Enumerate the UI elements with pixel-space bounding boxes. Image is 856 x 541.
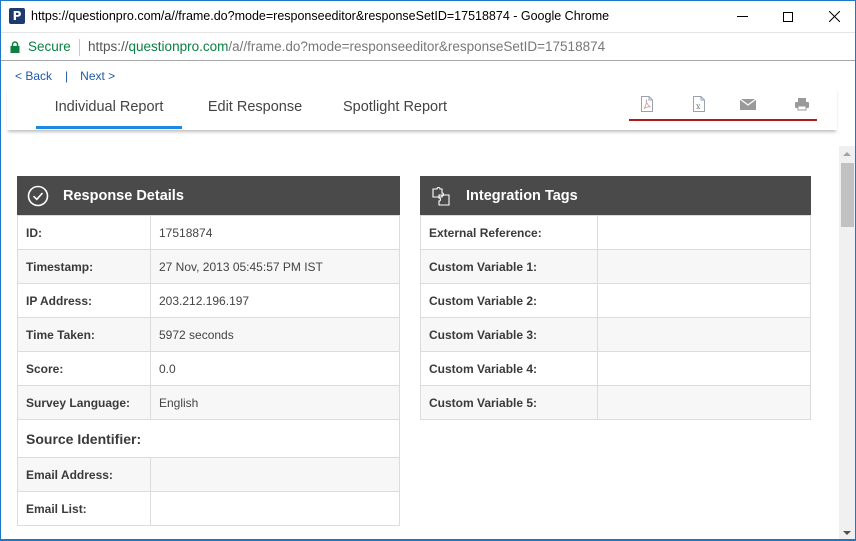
table-row: Timestamp: 27 Nov, 2013 05:45:57 PM IST xyxy=(17,249,400,284)
maximize-icon xyxy=(783,11,793,22)
table-row: ID: 17518874 xyxy=(17,215,400,250)
minimize-button[interactable] xyxy=(719,1,765,32)
url-path: /a//frame.do?mode=responseeditor&respons… xyxy=(228,39,606,54)
lock-icon xyxy=(10,41,20,53)
row-value xyxy=(597,351,811,386)
response-details-panel: Response Details ID: 17518874 Timestamp: 2… xyxy=(17,176,400,526)
response-details-header: Response Details xyxy=(17,176,400,215)
puzzle-icon xyxy=(430,185,452,207)
back-link[interactable]: < Back xyxy=(15,69,52,83)
integration-tags-panel: Integration Tags External Reference: Cus… xyxy=(420,176,811,420)
table-row: IP Address: 203.212.196.197 xyxy=(17,283,400,318)
table-row: Survey Language: English xyxy=(17,385,400,420)
url-text[interactable]: https://questionpro.com/a//frame.do?mode… xyxy=(88,39,605,54)
row-value xyxy=(597,317,811,352)
svg-text:x: x xyxy=(696,102,701,111)
row-label: Time Taken: xyxy=(17,317,151,352)
row-value xyxy=(597,215,811,250)
row-value: 0.0 xyxy=(150,351,400,386)
print-button[interactable] xyxy=(793,95,811,113)
title-bar: P https://questionpro.com/a//frame.do?mo… xyxy=(1,1,855,32)
questionpro-icon: P xyxy=(9,8,25,24)
row-label: Custom Variable 3: xyxy=(420,317,598,352)
scrollbar-thumb[interactable] xyxy=(841,163,854,227)
maximize-button[interactable] xyxy=(765,1,811,32)
table-row: Custom Variable 4: xyxy=(420,351,811,386)
row-value: 27 Nov, 2013 05:45:57 PM IST xyxy=(150,249,400,284)
response-details-title: Response Details xyxy=(63,187,184,204)
row-label: Email Address: xyxy=(17,457,151,492)
url-host: questionpro.com xyxy=(128,39,229,54)
pdf-icon xyxy=(641,96,653,112)
row-label: Timestamp: xyxy=(17,249,151,284)
table-row: External Reference: xyxy=(420,215,811,250)
secure-label: Secure xyxy=(28,39,71,54)
row-label: External Reference: xyxy=(420,215,598,250)
row-value xyxy=(597,249,811,284)
nav-links: < Back | Next > xyxy=(15,69,115,83)
row-value: 17518874 xyxy=(150,215,400,250)
address-separator xyxy=(79,39,80,56)
excel-icon: x xyxy=(693,96,705,112)
nav-separator: | xyxy=(65,69,69,83)
row-value: 203.212.196.197 xyxy=(150,283,400,318)
email-button[interactable] xyxy=(739,95,757,113)
row-value xyxy=(597,283,811,318)
table-row: Score: 0.0 xyxy=(17,351,400,386)
scroll-down-arrow-icon xyxy=(843,531,851,535)
table-row: Custom Variable 3: xyxy=(420,317,811,352)
row-value xyxy=(597,385,811,420)
table-row: Email List: xyxy=(17,491,400,526)
url-scheme: https:// xyxy=(88,39,129,54)
next-link[interactable]: Next > xyxy=(80,69,115,83)
integration-tags-table: External Reference: Custom Variable 1: C… xyxy=(420,215,811,420)
table-row: Email Address: xyxy=(17,457,400,492)
export-toolbar: x xyxy=(629,87,817,121)
integration-tags-title: Integration Tags xyxy=(466,187,578,204)
row-label: Custom Variable 5: xyxy=(420,385,598,420)
vertical-scrollbar[interactable] xyxy=(839,146,855,541)
close-button[interactable] xyxy=(811,1,856,32)
table-row: Time Taken: 5972 seconds xyxy=(17,317,400,352)
scroll-up-button[interactable] xyxy=(839,146,855,162)
row-label: Email List: xyxy=(17,491,151,526)
row-label: Custom Variable 1: xyxy=(420,249,598,284)
tab-spotlight-report[interactable]: Spotlight Report xyxy=(335,87,455,129)
tab-individual-report[interactable]: Individual Report xyxy=(36,87,182,129)
table-row: Custom Variable 1: xyxy=(420,249,811,284)
table-row: Custom Variable 2: xyxy=(420,283,811,318)
window-title: https://questionpro.com/a//frame.do?mode… xyxy=(31,9,610,23)
row-value: 5972 seconds xyxy=(150,317,400,352)
row-value xyxy=(150,491,400,526)
export-excel-button[interactable]: x xyxy=(690,95,708,113)
row-label: Score: xyxy=(17,351,151,386)
row-value: English xyxy=(150,385,400,420)
page-content: < Back | Next > Individual Report Edit R… xyxy=(1,61,855,541)
row-label: Custom Variable 2: xyxy=(420,283,598,318)
source-identifier-heading: Source Identifier: xyxy=(17,419,400,458)
export-pdf-button[interactable] xyxy=(638,95,656,113)
minimize-icon xyxy=(736,16,748,17)
table-row: Custom Variable 5: xyxy=(420,385,811,420)
check-circle-icon xyxy=(27,185,49,207)
row-label: ID: xyxy=(17,215,151,250)
tab-edit-response[interactable]: Edit Response xyxy=(202,87,308,129)
row-label: Survey Language: xyxy=(17,385,151,420)
tab-bar: Individual Report Edit Response Spotligh… xyxy=(7,87,837,130)
email-icon xyxy=(739,98,757,110)
integration-tags-header: Integration Tags xyxy=(420,176,811,215)
browser-window: P https://questionpro.com/a//frame.do?mo… xyxy=(0,0,856,541)
address-bar[interactable]: Secure https://questionpro.com/a//frame.… xyxy=(1,32,855,61)
response-details-table: ID: 17518874 Timestamp: 27 Nov, 2013 05:45… xyxy=(17,215,400,526)
print-icon xyxy=(795,98,809,111)
source-identifier-row: Source Identifier: xyxy=(17,419,400,458)
row-value xyxy=(150,457,400,492)
scroll-up-arrow-icon xyxy=(843,152,851,156)
row-label: Custom Variable 4: xyxy=(420,351,598,386)
close-icon xyxy=(828,11,840,22)
row-label: IP Address: xyxy=(17,283,151,318)
